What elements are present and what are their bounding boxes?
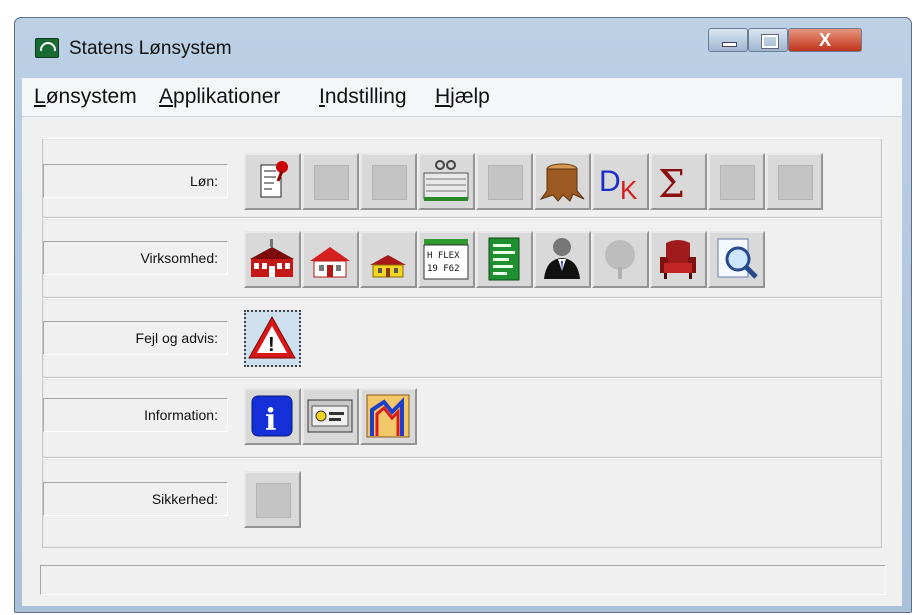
info-glyph: i	[265, 403, 276, 438]
warning-glyph: !	[268, 334, 275, 356]
group-label-virksomhed: Virksomhed:	[43, 241, 228, 275]
dk-letter-d: D	[599, 165, 621, 198]
security-icon-disabled	[244, 471, 301, 528]
lon-toolbar: DK Σ	[244, 153, 823, 210]
map-icon[interactable]	[360, 388, 417, 445]
monitor-icon[interactable]	[302, 388, 359, 445]
window-title: Statens Lønsystem	[69, 38, 232, 59]
person-suit-icon[interactable]	[534, 231, 591, 288]
armchair-icon[interactable]	[650, 231, 707, 288]
dk-letter-k: K	[620, 175, 638, 205]
building-icon-disabled	[708, 153, 765, 210]
menu-lonsystem[interactable]: Lønsystem	[34, 85, 137, 109]
menu-applikationer[interactable]: Applikationer	[159, 85, 280, 109]
fejl-toolbar: !	[244, 310, 301, 367]
client-area: Lønsystem Applikationer Indstilling Hjæl…	[22, 78, 902, 606]
virksomhed-toolbar: H FLEX 19 F62	[244, 231, 765, 288]
information-toolbar: i	[244, 388, 417, 445]
paper-stack-icon-disabled	[476, 153, 533, 210]
app-window: Statens Lønsystem X Lønsystem Applikatio…	[14, 17, 912, 613]
document-pin-icon[interactable]	[244, 153, 301, 210]
app-logo-icon	[35, 38, 59, 58]
tree-stump-icon[interactable]	[534, 153, 591, 210]
flex-text-line2: 19 F62	[427, 264, 460, 274]
warning-icon[interactable]: !	[244, 310, 301, 367]
menu-indstilling[interactable]: Indstilling	[319, 85, 407, 109]
group-label-lon: Løn:	[43, 164, 228, 198]
minimize-button[interactable]	[708, 28, 748, 52]
group-label-sikkerhed: Sikkerhed:	[43, 482, 228, 516]
menu-bar: Lønsystem Applikationer Indstilling Hjæl…	[22, 78, 902, 117]
office-icon-disabled	[766, 153, 823, 210]
title-bar[interactable]: Statens Lønsystem X	[15, 18, 911, 78]
flex-text-line1: H FLEX	[427, 251, 460, 261]
group-label-information: Information:	[43, 398, 228, 432]
maximize-button[interactable]	[748, 28, 788, 52]
glasses-ledger-icon[interactable]	[418, 153, 475, 210]
close-icon: X	[818, 30, 831, 50]
magnifier-icon[interactable]	[708, 231, 765, 288]
sikkerhed-toolbar	[244, 471, 301, 528]
red-building-icon[interactable]	[244, 231, 301, 288]
dk-icon[interactable]: DK	[592, 153, 649, 210]
info-icon[interactable]: i	[244, 388, 301, 445]
status-bar	[40, 565, 886, 595]
green-list-icon[interactable]	[476, 231, 533, 288]
sigma-glyph: Σ	[658, 162, 685, 206]
sigma-icon[interactable]: Σ	[650, 153, 707, 210]
grid-icon-disabled	[302, 153, 359, 210]
menu-hjaelp[interactable]: Hjælp	[435, 85, 490, 109]
red-house-icon[interactable]	[302, 231, 359, 288]
chart-icon-disabled	[360, 153, 417, 210]
tree-icon-disabled	[592, 231, 649, 288]
group-label-fejl-og-advis: Fejl og advis:	[43, 321, 228, 355]
yellow-house-icon[interactable]	[360, 231, 417, 288]
flex-icon[interactable]: H FLEX 19 F62	[418, 231, 475, 288]
close-button[interactable]: X	[788, 28, 862, 52]
